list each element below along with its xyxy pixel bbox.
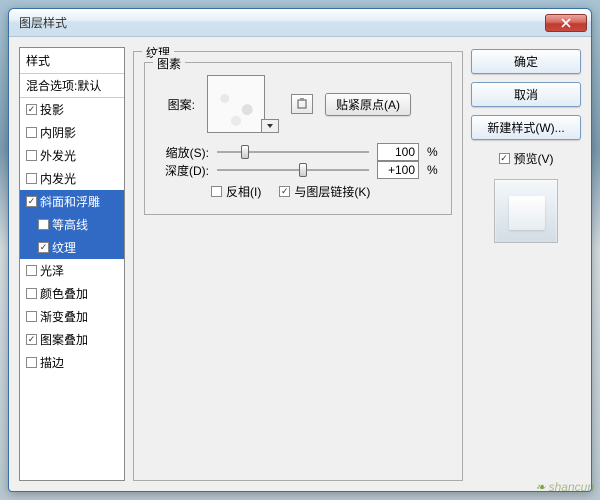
checkbox-icon[interactable] [26,196,37,207]
checkbox-icon[interactable] [26,334,37,345]
styles-list: 混合选项:默认 投影 内阴影 外发光 内发光 [20,74,124,480]
checkbox-icon [499,153,510,164]
titlebar[interactable]: 图层样式 [9,9,591,37]
close-icon [561,18,571,28]
depth-row: 深度(D): % [155,161,441,179]
style-inner-glow[interactable]: 内发光 [20,167,124,190]
new-style-button[interactable]: 新建样式(W)... [471,115,581,140]
scale-row: 缩放(S): % [155,143,441,161]
style-pattern-overlay[interactable]: 图案叠加 [20,328,124,351]
preview-thumbnail [494,179,558,243]
slider-track [217,169,369,171]
style-outer-glow[interactable]: 外发光 [20,144,124,167]
blend-options-default[interactable]: 混合选项:默认 [20,74,124,98]
style-bevel-emboss[interactable]: 斜面和浮雕 [20,190,124,213]
slider-thumb[interactable] [299,163,307,177]
style-inner-shadow[interactable]: 内阴影 [20,121,124,144]
sidebar-header: 样式 [20,48,124,74]
checkbox-icon[interactable] [38,242,49,253]
close-button[interactable] [545,14,587,32]
snap-origin-button[interactable]: 贴紧原点(A) [325,93,411,116]
texture-options-row: 反相(I) 与图层链接(K) [155,183,441,200]
style-drop-shadow[interactable]: 投影 [20,98,124,121]
depth-input[interactable] [377,161,419,179]
scale-unit: % [427,145,441,159]
checkbox-icon[interactable] [26,127,37,138]
depth-unit: % [427,163,441,177]
styles-sidebar: 样式 混合选项:默认 投影 内阴影 外发光 [19,47,125,481]
depth-label: 深度(D): [155,162,209,179]
checkbox-icon[interactable] [26,150,37,161]
scale-input[interactable] [377,143,419,161]
preview-checkbox[interactable]: 预览(V) [471,150,581,167]
style-satin[interactable]: 光泽 [20,259,124,282]
new-preset-icon [296,98,308,110]
style-gradient-overlay[interactable]: 渐变叠加 [20,305,124,328]
pattern-row: 图案: 贴紧原点(A) [155,75,441,133]
slider-thumb[interactable] [241,145,249,159]
checkbox-icon[interactable] [26,288,37,299]
elements-title: 图素 [153,55,185,72]
dialog-body: 样式 混合选项:默认 投影 内阴影 外发光 [9,37,591,491]
settings-panel: 纹理 图素 图案: 贴紧原点(A [133,47,463,481]
checkbox-icon[interactable] [26,104,37,115]
scale-slider[interactable] [217,143,369,161]
scale-label: 缩放(S): [155,144,209,161]
checkbox-icon [211,186,222,197]
action-panel: 确定 取消 新建样式(W)... 预览(V) [471,47,581,481]
texture-fieldset: 纹理 图素 图案: 贴紧原点(A [133,51,463,481]
checkbox-icon [279,186,290,197]
style-texture[interactable]: 纹理 [20,236,124,259]
style-color-overlay[interactable]: 颜色叠加 [20,282,124,305]
slider-track [217,151,369,153]
chevron-down-icon [267,124,273,128]
link-with-layer-checkbox[interactable]: 与图层链接(K) [279,183,370,200]
layer-style-dialog: 图层样式 样式 混合选项:默认 投影 内阴影 [8,8,592,492]
style-contour[interactable]: 等高线 [20,213,124,236]
pattern-dropdown[interactable] [261,119,279,133]
checkbox-icon[interactable] [26,173,37,184]
checkbox-icon[interactable] [26,357,37,368]
new-preset-button[interactable] [291,94,313,114]
depth-slider[interactable] [217,161,369,179]
window-title: 图层样式 [19,14,545,31]
pattern-swatch[interactable] [207,75,265,133]
checkbox-icon[interactable] [38,219,49,230]
checkbox-icon[interactable] [26,311,37,322]
ok-button[interactable]: 确定 [471,49,581,74]
elements-fieldset: 图素 图案: 贴紧原点(A) [144,62,452,215]
style-stroke[interactable]: 描边 [20,351,124,374]
pattern-label: 图案: [155,96,195,113]
cancel-button[interactable]: 取消 [471,82,581,107]
invert-checkbox[interactable]: 反相(I) [211,183,261,200]
checkbox-icon[interactable] [26,265,37,276]
